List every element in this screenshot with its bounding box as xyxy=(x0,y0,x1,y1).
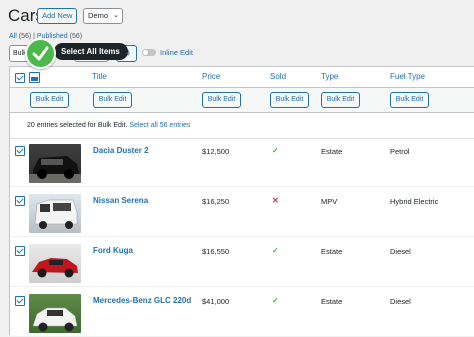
inline-edit-toggle[interactable] xyxy=(142,49,156,56)
car-title-link[interactable]: Mercedes-Benz GLC 220d xyxy=(93,296,191,305)
bulk-edit-sold-button[interactable]: Bulk Edit xyxy=(270,92,309,108)
selection-notice: 20 entries selected for Bulk Edit. Selec… xyxy=(10,113,474,139)
tooltip-text: Select All Items xyxy=(61,47,120,56)
check-badge-icon xyxy=(25,38,56,69)
car-title-link[interactable]: Ford Kuga xyxy=(93,246,133,255)
car-price: $41,000 xyxy=(202,297,230,306)
table-header: Title Price Sold Type Fuel Type xyxy=(10,67,474,88)
car-fuel: Petrol xyxy=(390,147,410,156)
add-new-button[interactable]: Add New xyxy=(37,8,78,24)
bulk-edit-type-button[interactable]: Bulk Edit xyxy=(321,92,360,108)
filter-all[interactable]: All xyxy=(9,33,17,40)
car-type: Estate xyxy=(321,147,343,156)
bulk-edit-image-button[interactable]: Bulk Edit xyxy=(30,92,69,108)
filter-published-count: (56) xyxy=(69,33,83,40)
car-thumbnail[interactable] xyxy=(29,294,81,333)
row-checkbox[interactable] xyxy=(15,246,25,256)
car-fuel: Hybrid Electric xyxy=(390,197,439,206)
column-fuel-type[interactable]: Fuel Type xyxy=(390,72,425,81)
car-price: $12,500 xyxy=(202,147,230,156)
select-all-checkbox[interactable] xyxy=(15,73,25,83)
car-type: Estate xyxy=(321,297,343,306)
row-checkbox[interactable] xyxy=(15,146,25,156)
bulk-edit-title-button[interactable]: Bulk Edit xyxy=(93,92,132,108)
car-thumbnail[interactable] xyxy=(29,244,81,283)
car-type: Estate xyxy=(321,247,343,256)
check-icon: ✓ xyxy=(272,296,279,305)
car-price: $16,550 xyxy=(202,247,230,256)
bulk-edit-price-button[interactable]: Bulk Edit xyxy=(202,92,241,108)
column-type[interactable]: Type xyxy=(321,72,338,81)
cross-icon: ✕ xyxy=(272,196,279,205)
selection-text: 20 entries selected for Bulk Edit. xyxy=(27,122,128,129)
row-checkbox[interactable] xyxy=(15,196,25,206)
chevron-down-icon: ⌄ xyxy=(113,12,119,19)
inline-edit-label: Inline Edit xyxy=(160,48,193,57)
bulk-edit-row: Bulk Edit Bulk Edit Bulk Edit Bulk Edit … xyxy=(10,88,474,113)
view-select-value: Demo xyxy=(88,11,109,20)
table-row[interactable]: Ford Kuga $16,550 ✓ Estate Diesel xyxy=(10,239,474,287)
cars-table: Title Price Sold Type Fuel Type Bulk Edi… xyxy=(9,66,474,337)
car-title-link[interactable]: Dacia Duster 2 xyxy=(93,146,149,155)
column-price[interactable]: Price xyxy=(202,72,220,81)
row-checkbox[interactable] xyxy=(15,296,25,306)
car-price: $16,250 xyxy=(202,197,230,206)
car-thumbnail[interactable] xyxy=(29,144,81,183)
column-title[interactable]: Title xyxy=(92,72,107,81)
select-all-entries-link[interactable]: Select all 56 entries xyxy=(129,122,190,129)
car-fuel: Diesel xyxy=(390,247,411,256)
check-icon: ✓ xyxy=(272,246,279,255)
car-title-link[interactable]: Nissan Serena xyxy=(93,196,148,205)
car-fuel: Diesel xyxy=(390,297,411,306)
view-select[interactable]: Demo ⌄ xyxy=(83,8,123,24)
car-type: MPV xyxy=(321,197,338,206)
select-all-tooltip: Select All Items xyxy=(54,43,128,60)
table-row[interactable]: Mercedes-Benz GLC 220d $41,000 ✓ Estate … xyxy=(10,289,474,337)
bulk-edit-fuel-button[interactable]: Bulk Edit xyxy=(390,92,429,108)
table-row[interactable]: Dacia Duster 2 $12,500 ✓ Estate Petrol xyxy=(10,139,474,187)
table-row[interactable]: Nissan Serena $16,250 ✕ MPV Hybrid Elect… xyxy=(10,189,474,237)
check-icon: ✓ xyxy=(272,146,279,155)
image-column-icon[interactable] xyxy=(29,72,40,83)
car-thumbnail[interactable] xyxy=(29,194,81,233)
column-sold[interactable]: Sold xyxy=(270,72,286,81)
filter-all-label: All xyxy=(9,33,17,40)
filter-all-count: (56) xyxy=(18,33,32,40)
